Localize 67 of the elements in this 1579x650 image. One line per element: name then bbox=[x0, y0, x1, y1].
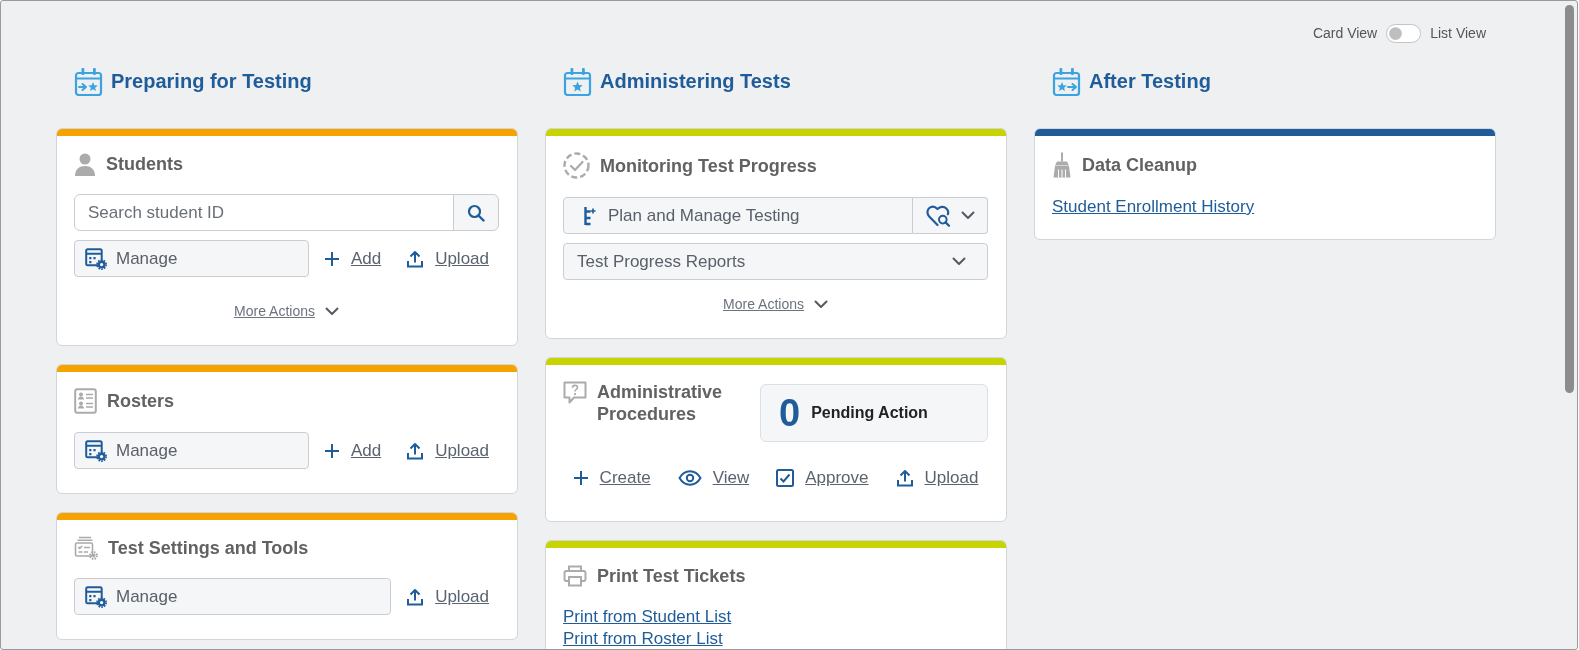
tree-list-icon bbox=[583, 205, 596, 226]
question-bubble-icon bbox=[563, 381, 587, 406]
view-option-label: List View bbox=[1430, 23, 1486, 43]
reports-dropdown-button[interactable]: Test Progress Reports bbox=[563, 243, 988, 280]
card-title: Test Settings and Tools bbox=[108, 537, 309, 559]
table-gear-icon bbox=[85, 585, 107, 608]
calendar-star-arrow-icon bbox=[1052, 66, 1081, 96]
table-gear-icon bbox=[85, 247, 107, 270]
eye-icon bbox=[677, 470, 702, 486]
chevron-down-icon bbox=[324, 306, 339, 316]
chevron-down-icon bbox=[813, 299, 828, 309]
upload-link[interactable]: Upload bbox=[895, 467, 979, 489]
broom-icon bbox=[1052, 152, 1072, 178]
chevron-down-icon bbox=[960, 211, 975, 220]
card-title: Monitoring Test Progress bbox=[600, 154, 817, 177]
card-title: Rosters bbox=[107, 390, 175, 412]
plan-manage-button[interactable]: Plan and Manage Testing bbox=[563, 197, 913, 234]
card-title: Students bbox=[106, 153, 183, 175]
upload-icon bbox=[406, 249, 425, 268]
upload-link[interactable]: Upload bbox=[406, 585, 489, 608]
manage-button[interactable]: Manage bbox=[74, 578, 392, 615]
plus-icon bbox=[323, 250, 340, 267]
page-link[interactable]: Print from Student List bbox=[563, 606, 732, 628]
more-actions-link[interactable]: More Actions bbox=[234, 301, 339, 321]
page-link[interactable]: Student Enrollment History bbox=[1052, 196, 1255, 218]
chevron-down-icon bbox=[952, 257, 966, 266]
approve-link[interactable]: Approve bbox=[776, 467, 869, 489]
upload-link[interactable]: Upload bbox=[406, 439, 489, 462]
search-icon bbox=[467, 203, 485, 222]
card-title: Print Test Tickets bbox=[597, 565, 746, 587]
more-actions-link[interactable]: More Actions bbox=[723, 294, 828, 314]
plus-icon bbox=[323, 442, 340, 459]
search-field[interactable]: Search student ID bbox=[74, 194, 454, 231]
calendar-star-icon bbox=[563, 66, 592, 96]
calendar-arrow-star-icon bbox=[74, 66, 103, 96]
printer-icon bbox=[563, 565, 587, 587]
contact-list-icon bbox=[74, 388, 97, 414]
list-gear-icon bbox=[74, 536, 98, 560]
manage-button[interactable]: Manage bbox=[74, 432, 309, 469]
add-link[interactable]: Create bbox=[572, 467, 651, 489]
person-icon bbox=[74, 152, 96, 176]
heart-search-icon bbox=[925, 204, 951, 227]
view-option-label: Card View bbox=[1312, 23, 1378, 43]
search-button[interactable] bbox=[453, 194, 499, 231]
upload-link[interactable]: Upload bbox=[406, 247, 489, 270]
section-heading: After Testing bbox=[1089, 69, 1211, 94]
card-title: Administrative Procedures bbox=[597, 381, 724, 425]
dashed-check-circle-icon bbox=[563, 152, 590, 179]
section-heading: Preparing for Testing bbox=[111, 69, 312, 94]
manage-button[interactable]: Manage bbox=[74, 240, 309, 277]
upload-icon bbox=[895, 469, 914, 487]
card-title: Data Cleanup bbox=[1082, 154, 1198, 176]
table-gear-icon bbox=[85, 439, 107, 462]
pending-label: Pending Action bbox=[811, 403, 928, 423]
pending-count: 0 bbox=[779, 391, 801, 435]
view-switch[interactable] bbox=[1386, 23, 1422, 43]
checkbox-icon bbox=[776, 469, 795, 487]
add-link[interactable]: Add bbox=[323, 247, 382, 270]
upload-icon bbox=[406, 587, 425, 606]
view-link[interactable]: View bbox=[677, 467, 750, 489]
section-heading: Administering Tests bbox=[600, 69, 791, 94]
add-link[interactable]: Add bbox=[323, 439, 382, 462]
plus-icon bbox=[572, 470, 589, 486]
scrollbar-thumb[interactable] bbox=[1564, 5, 1574, 393]
favorites-dropdown-button[interactable] bbox=[913, 197, 988, 234]
page-link[interactable]: Print from Roster List bbox=[563, 628, 723, 649]
upload-icon bbox=[406, 441, 425, 460]
